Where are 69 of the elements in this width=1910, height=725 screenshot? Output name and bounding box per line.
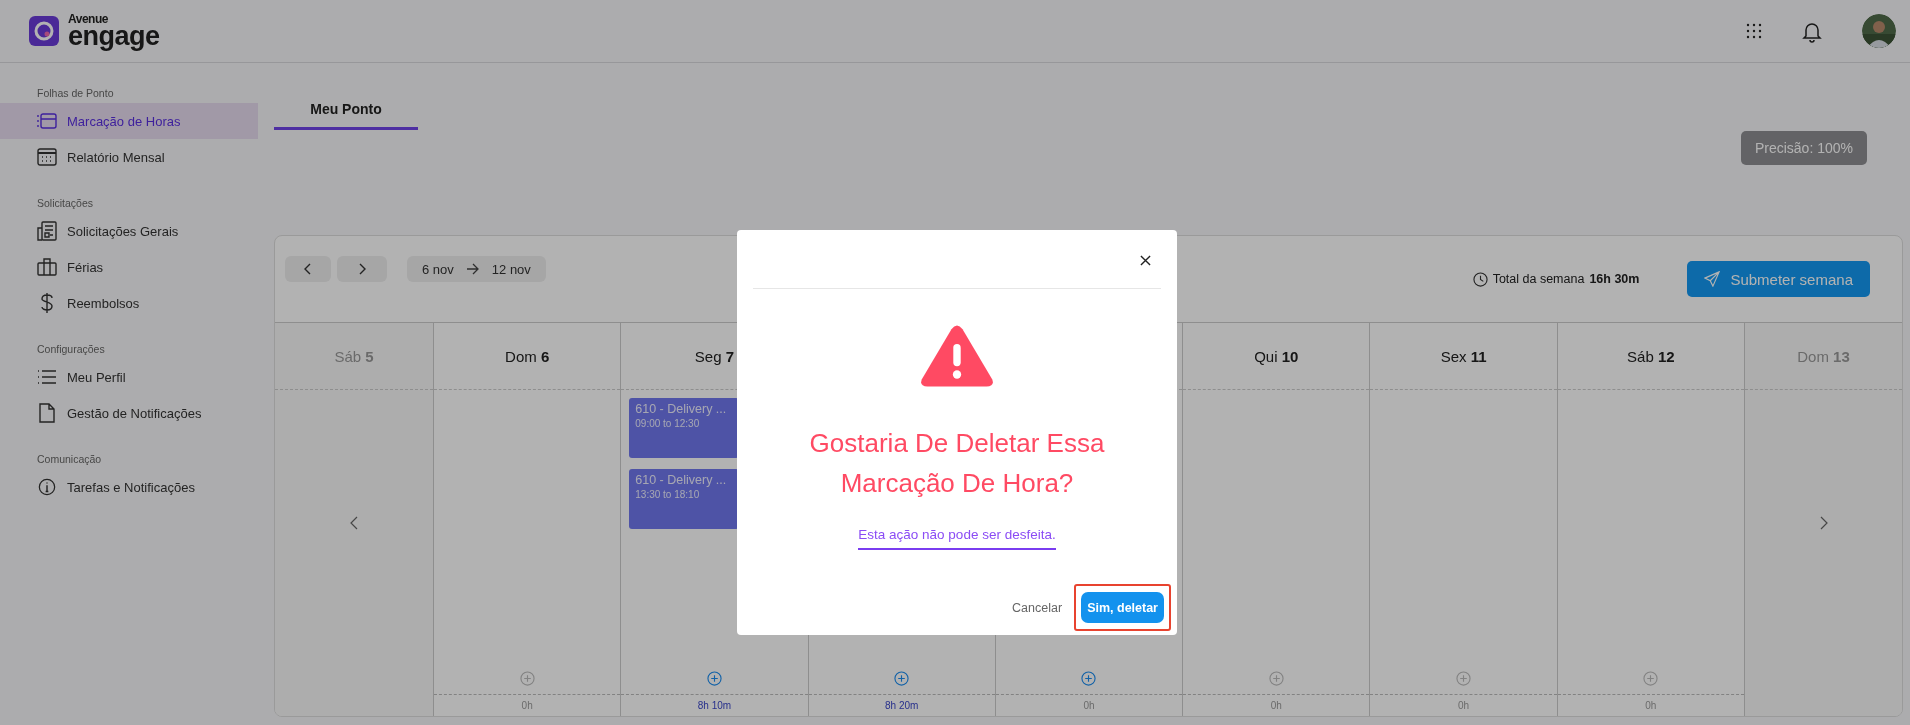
- add-entry-icon[interactable]: [519, 671, 535, 686]
- add-entry-icon[interactable]: [1081, 671, 1097, 686]
- calendar-icon: [37, 148, 57, 166]
- day-header: Dom 13: [1797, 347, 1850, 365]
- entry-time: 09:00 to 12:30: [635, 418, 701, 429]
- logo-icon: [29, 16, 59, 46]
- add-entry-icon[interactable]: [706, 671, 722, 686]
- day-header: Seg 7: [694, 347, 734, 365]
- day-total: 8h 20m: [885, 700, 919, 711]
- day-total: 0h: [521, 700, 533, 711]
- dialog-title: Gostaria De Deletar Essa Marcação De Hora?: [808, 427, 1106, 500]
- sidebar-section-label: Folhas de Ponto: [36, 87, 115, 99]
- week-total-value: 16h 30m: [1589, 272, 1640, 286]
- day-header: Sáb 12: [1627, 347, 1675, 365]
- arrow-right-icon: [465, 263, 480, 275]
- send-icon: [1704, 271, 1721, 287]
- day-total: 0h: [1645, 700, 1657, 711]
- range-end: 12 nov: [491, 261, 531, 277]
- range-start: 6 nov: [422, 261, 454, 277]
- day-total: 0h: [1458, 700, 1470, 711]
- sidebar-item[interactable]: Gestão de Notificações: [0, 395, 258, 431]
- date-range-pill[interactable]: 6 nov 12 nov: [407, 256, 546, 282]
- precision-badge: Precisão: 100%: [1740, 131, 1867, 165]
- entry-title: 610 - Delivery ...: [635, 473, 728, 487]
- logo-title: engage: [68, 22, 160, 50]
- sidebar-item[interactable]: Férias: [0, 249, 258, 285]
- chevron-left-icon[interactable]: [350, 516, 358, 530]
- form-icon: [37, 221, 57, 241]
- day-total: 0h: [1270, 700, 1282, 711]
- day-header: Dom 6: [505, 347, 550, 365]
- entry-time: 13:30 to 18:10: [635, 489, 701, 500]
- dialog-message: Esta ação não pode ser desfeita.: [858, 527, 1056, 550]
- sidebar-section-label: Solicitações: [36, 197, 95, 209]
- close-icon[interactable]: [1140, 254, 1151, 266]
- entry-title: 610 - Delivery ...: [635, 402, 728, 416]
- sidebar-item[interactable]: Meu Perfil: [0, 359, 258, 395]
- warning-icon: [920, 325, 994, 387]
- day-total: 0h: [1083, 700, 1095, 711]
- cancel-button[interactable]: Cancelar: [1006, 599, 1069, 616]
- week-total-label: Total da semana: [1492, 272, 1585, 286]
- next-week-button[interactable]: [337, 256, 387, 282]
- apps-grid-icon[interactable]: [1746, 23, 1762, 39]
- sidebar-section-label: Configurações: [36, 343, 106, 355]
- logo-subtitle: Avenue: [68, 12, 109, 25]
- previous-week-button[interactable]: [285, 256, 331, 282]
- add-entry-icon[interactable]: [1456, 671, 1472, 686]
- sidebar-item[interactable]: Relatório Mensal: [0, 139, 258, 175]
- day-header: Qui 10: [1254, 347, 1299, 365]
- file-icon: [37, 403, 57, 423]
- suitcase-icon: [37, 258, 57, 276]
- day-header: Sex 11: [1440, 347, 1487, 365]
- info-icon: [37, 478, 57, 496]
- clock-icon: [1472, 271, 1488, 287]
- chevron-right-icon: [358, 263, 366, 275]
- list-icon: [37, 369, 57, 385]
- add-entry-icon[interactable]: [1643, 671, 1659, 686]
- tab[interactable]: Meu Ponto: [274, 93, 418, 130]
- add-entry-icon[interactable]: [894, 671, 910, 686]
- sidebar-section-label: Comunicação: [36, 453, 103, 465]
- sidebar-item[interactable]: Marcação de Horas: [0, 103, 258, 139]
- day-total: 8h 10m: [697, 700, 732, 711]
- add-entry-icon[interactable]: [1268, 671, 1284, 686]
- sidebar-item[interactable]: Tarefas e Notificações: [0, 469, 258, 505]
- sidebar-item[interactable]: Reembolsos: [0, 285, 258, 321]
- chevron-left-icon: [304, 263, 312, 275]
- timesheet-icon: [37, 113, 57, 129]
- chevron-right-icon[interactable]: [1819, 516, 1828, 530]
- day-header: Sáb 5: [334, 347, 374, 365]
- sidebar-item[interactable]: Solicitações Gerais: [0, 213, 258, 249]
